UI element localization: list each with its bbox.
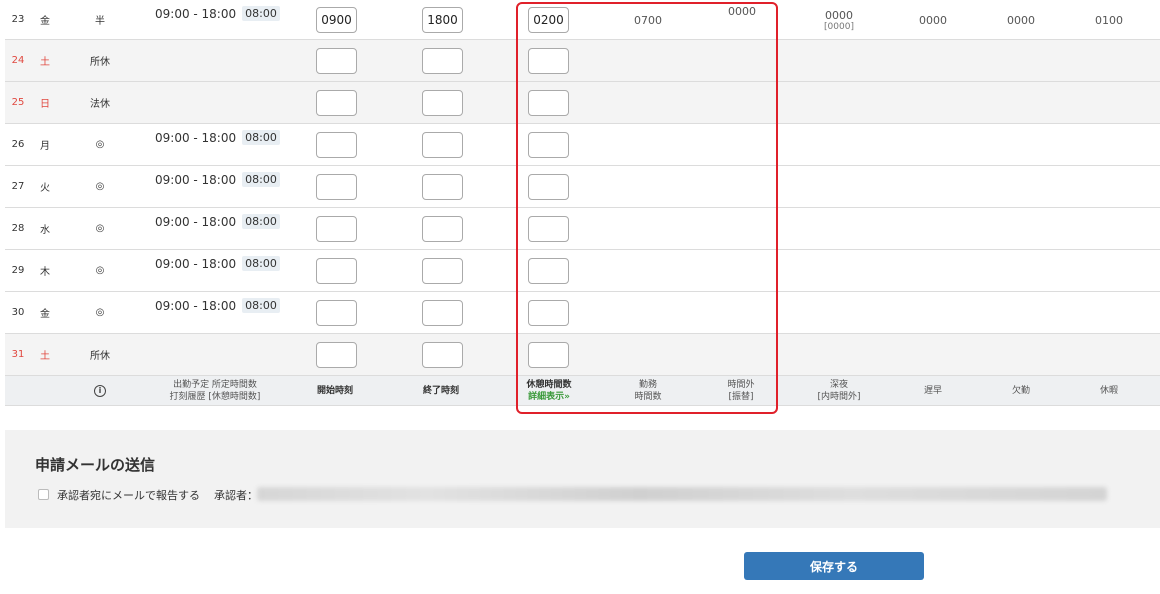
schedule: 09:00 - 18:00 08:00 (155, 214, 280, 229)
schedule: 09:00 - 18:00 08:00 (155, 172, 280, 187)
footer-night-line2: [内時間外] (817, 392, 861, 402)
day-number: 26 (11, 139, 25, 150)
footer-night: 深夜 [内時間外] (804, 376, 874, 406)
schedule-time: 09:00 - 18:00 (155, 256, 237, 271)
schedule-time: 09:00 - 18:00 (155, 172, 237, 187)
day-type: ◎ (95, 223, 105, 234)
weekday: 土 (40, 57, 50, 68)
day-type: ◎ (95, 265, 105, 276)
start-time-input[interactable] (316, 90, 357, 116)
day-number: 27 (11, 181, 25, 192)
day-type: ◎ (95, 139, 105, 150)
end-time-input[interactable] (422, 174, 463, 200)
night-hours-value: 0000 (825, 8, 853, 22)
start-time-input[interactable]: 0900 (316, 7, 357, 33)
start-time-input[interactable] (316, 300, 357, 326)
start-time-input[interactable] (316, 174, 357, 200)
scheduled-hours: 08:00 (242, 172, 280, 187)
day-number: 30 (11, 307, 25, 318)
footer-schedule-line1: 出勤予定 所定時間数 (173, 380, 257, 390)
weekday: 金 (40, 309, 50, 320)
footer-late: 遅早 (923, 386, 942, 396)
schedule-time: 09:00 - 18:00 (155, 6, 237, 21)
night-hours-sub: [0000] (824, 21, 854, 32)
night-hours: 0000 [0000] (804, 0, 874, 40)
scheduled-hours: 08:00 (242, 6, 280, 21)
scheduled-hours: 08:00 (242, 130, 280, 145)
start-time-input[interactable] (316, 132, 357, 158)
notify-approver-label[interactable]: 承認者宛にメールで報告する (57, 487, 200, 503)
weekday: 土 (40, 351, 50, 362)
day-number: 25 (11, 97, 25, 108)
day-type: 所休 (90, 351, 110, 362)
footer-schedule: 出勤予定 所定時間数 打刻履歴 [休憩時間数] (155, 376, 275, 406)
start-time-input[interactable] (316, 216, 357, 242)
weekday: 火 (40, 183, 50, 194)
schedule: 09:00 - 18:00 08:00 (155, 130, 280, 145)
day-number: 23 (11, 14, 25, 25)
start-time-input[interactable] (316, 342, 357, 368)
schedule-time: 09:00 - 18:00 (155, 214, 237, 229)
absence: 0000 (1007, 13, 1035, 27)
notify-approver-checkbox[interactable] (38, 489, 49, 500)
day-type: 半 (95, 16, 105, 27)
day-number: 24 (11, 55, 25, 66)
approver-list-redacted (257, 487, 1107, 501)
leave: 0100 (1095, 13, 1123, 27)
end-time-input[interactable] (422, 342, 463, 368)
footer-leave: 休暇 (1099, 386, 1118, 396)
weekday: 金 (40, 16, 50, 27)
end-time-input[interactable]: 1800 (422, 7, 463, 33)
footer-end: 終了時刻 (422, 386, 459, 396)
info-icon[interactable]: i (94, 385, 106, 397)
footer-start: 開始時刻 (316, 386, 353, 396)
footer-schedule-line2: 打刻履歴 [休憩時間数] (169, 392, 261, 402)
day-type: 所休 (90, 57, 110, 68)
scheduled-hours: 08:00 (242, 298, 280, 313)
day-number: 28 (11, 223, 25, 234)
weekday: 日 (40, 99, 50, 110)
highlight-box (516, 2, 778, 414)
end-time-input[interactable] (422, 48, 463, 74)
save-button[interactable]: 保存する (744, 552, 924, 580)
day-type: ◎ (95, 307, 105, 318)
footer-night-line1: 深夜 (829, 380, 848, 390)
weekday: 月 (40, 141, 50, 152)
mail-panel: 申請メールの送信 承認者宛にメールで報告する 承認者： (5, 430, 1160, 528)
day-number: 31 (11, 349, 25, 360)
scheduled-hours: 08:00 (242, 214, 280, 229)
schedule: 09:00 - 18:00 08:00 (155, 256, 280, 271)
schedule: 09:00 - 18:00 08:00 (155, 6, 280, 21)
weekday: 木 (40, 267, 50, 278)
info-cell[interactable]: i (90, 376, 110, 406)
start-time-input[interactable] (316, 48, 357, 74)
footer-absence: 欠勤 (1011, 386, 1030, 396)
day-type: ◎ (95, 181, 105, 192)
day-number: 29 (11, 265, 25, 276)
weekday: 水 (40, 225, 50, 236)
schedule: 09:00 - 18:00 08:00 (155, 298, 280, 313)
end-time-input[interactable] (422, 90, 463, 116)
start-time-input[interactable] (316, 258, 357, 284)
end-time-input[interactable] (422, 216, 463, 242)
day-type: 法休 (90, 99, 110, 110)
late-early: 0000 (919, 13, 947, 27)
end-time-input[interactable] (422, 300, 463, 326)
mail-title: 申請メールの送信 (35, 456, 156, 474)
approver-label: 承認者： (214, 489, 258, 502)
end-time-input[interactable] (422, 132, 463, 158)
end-time-input[interactable] (422, 258, 463, 284)
schedule-time: 09:00 - 18:00 (155, 130, 237, 145)
scheduled-hours: 08:00 (242, 256, 280, 271)
schedule-time: 09:00 - 18:00 (155, 298, 237, 313)
